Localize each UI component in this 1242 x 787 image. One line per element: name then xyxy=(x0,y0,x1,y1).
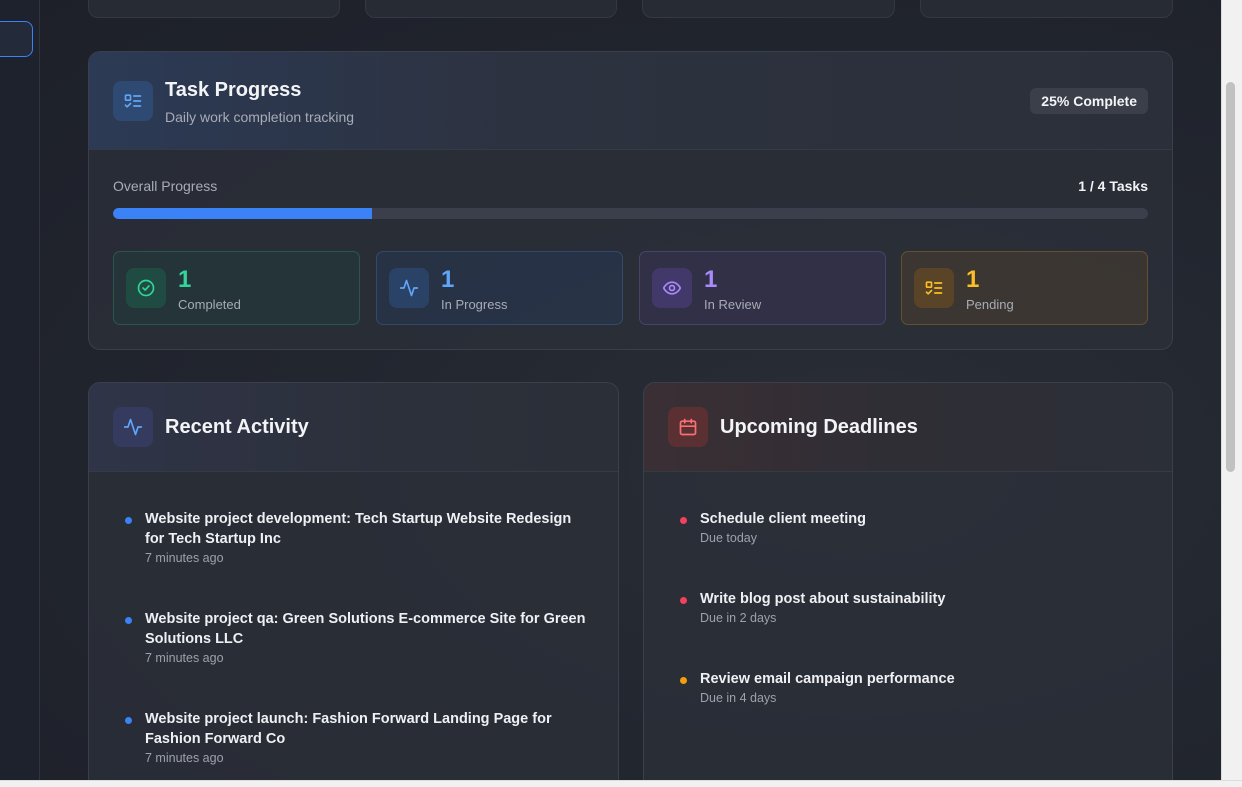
upcoming-deadlines-panel: Upcoming Deadlines Schedule client meeti… xyxy=(643,382,1173,780)
deadline-due: Due in 2 days xyxy=(700,611,777,625)
check-circle-icon xyxy=(126,268,166,308)
upcoming-deadlines-title: Upcoming Deadlines xyxy=(720,416,918,438)
activity-item[interactable]: Website project development: Tech Startu… xyxy=(121,509,590,565)
overall-progress-label: Overall Progress xyxy=(113,178,218,194)
stat-in-review: 1 In Review xyxy=(639,251,886,325)
activity-time: 7 minutes ago xyxy=(145,751,224,765)
activity-dot xyxy=(125,717,132,724)
stat-completed: 1 Completed xyxy=(113,251,360,325)
recent-activity-panel: Recent Activity Website project developm… xyxy=(88,382,619,780)
calendar-icon xyxy=(668,407,708,447)
deadline-item[interactable]: Schedule client meeting Due today xyxy=(676,509,1144,545)
stat-in-progress-value: 1 xyxy=(441,266,455,293)
stat-in-review-value: 1 xyxy=(704,266,718,293)
list-check-icon xyxy=(914,268,954,308)
top-stat-card xyxy=(365,0,617,18)
activity-dot xyxy=(125,617,132,624)
activity-text: Website project launch: Fashion Forward … xyxy=(145,711,552,747)
deadline-item[interactable]: Review email campaign performance Due in… xyxy=(676,669,1144,705)
deadline-item[interactable]: Write blog post about sustainability Due… xyxy=(676,589,1144,625)
activity-time: 7 minutes ago xyxy=(145,551,224,565)
task-list-icon xyxy=(113,81,153,121)
top-stat-card xyxy=(642,0,895,18)
progress-bar xyxy=(113,208,1148,219)
completion-badge: 25% Complete xyxy=(1030,88,1148,114)
activity-icon xyxy=(389,268,429,308)
progress-bar-fill xyxy=(113,208,372,219)
task-progress-panel: Task Progress Daily work completion trac… xyxy=(88,51,1173,350)
eye-icon xyxy=(652,268,692,308)
deadline-text: Review email campaign performance xyxy=(700,671,955,687)
activity-item[interactable]: Website project launch: Fashion Forward … xyxy=(121,709,590,765)
recent-activity-title: Recent Activity xyxy=(165,416,309,438)
activity-time: 7 minutes ago xyxy=(145,651,224,665)
activity-item[interactable]: Website project qa: Green Solutions E-co… xyxy=(121,609,590,665)
scrollbar-thumb[interactable] xyxy=(1226,82,1235,472)
vertical-scrollbar[interactable] xyxy=(1221,0,1242,780)
stat-in-review-label: In Review xyxy=(704,297,762,312)
deadline-due: Due in 4 days xyxy=(700,691,777,705)
stat-in-progress: 1 In Progress xyxy=(376,251,623,325)
stat-completed-value: 1 xyxy=(178,266,192,293)
deadline-text: Write blog post about sustainability xyxy=(700,591,946,607)
progress-count: 1 / 4 Tasks xyxy=(1078,178,1148,194)
stat-pending: 1 Pending xyxy=(901,251,1148,325)
dashboard-viewport: Task Progress Daily work completion trac… xyxy=(0,0,1221,780)
activity-text: Website project qa: Green Solutions E-co… xyxy=(145,611,586,647)
task-progress-title: Task Progress xyxy=(165,79,302,101)
stat-pending-label: Pending xyxy=(966,297,1014,312)
stat-in-progress-label: In Progress xyxy=(441,297,508,312)
sidebar-item-active[interactable] xyxy=(0,21,33,57)
deadline-dot xyxy=(680,597,687,604)
activity-dot xyxy=(125,517,132,524)
window-bottom-edge xyxy=(0,780,1242,787)
deadline-dot xyxy=(680,677,687,684)
activity-text: Website project development: Tech Startu… xyxy=(145,511,572,547)
top-stat-card xyxy=(88,0,340,18)
activity-icon xyxy=(113,407,153,447)
stat-completed-label: Completed xyxy=(178,297,241,312)
deadline-due: Due today xyxy=(700,531,757,545)
sidebar xyxy=(0,0,40,780)
deadline-text: Schedule client meeting xyxy=(700,511,866,527)
deadline-dot xyxy=(680,517,687,524)
stat-pending-value: 1 xyxy=(966,266,980,293)
top-stat-card xyxy=(920,0,1173,18)
task-progress-subtitle: Daily work completion tracking xyxy=(165,109,355,125)
